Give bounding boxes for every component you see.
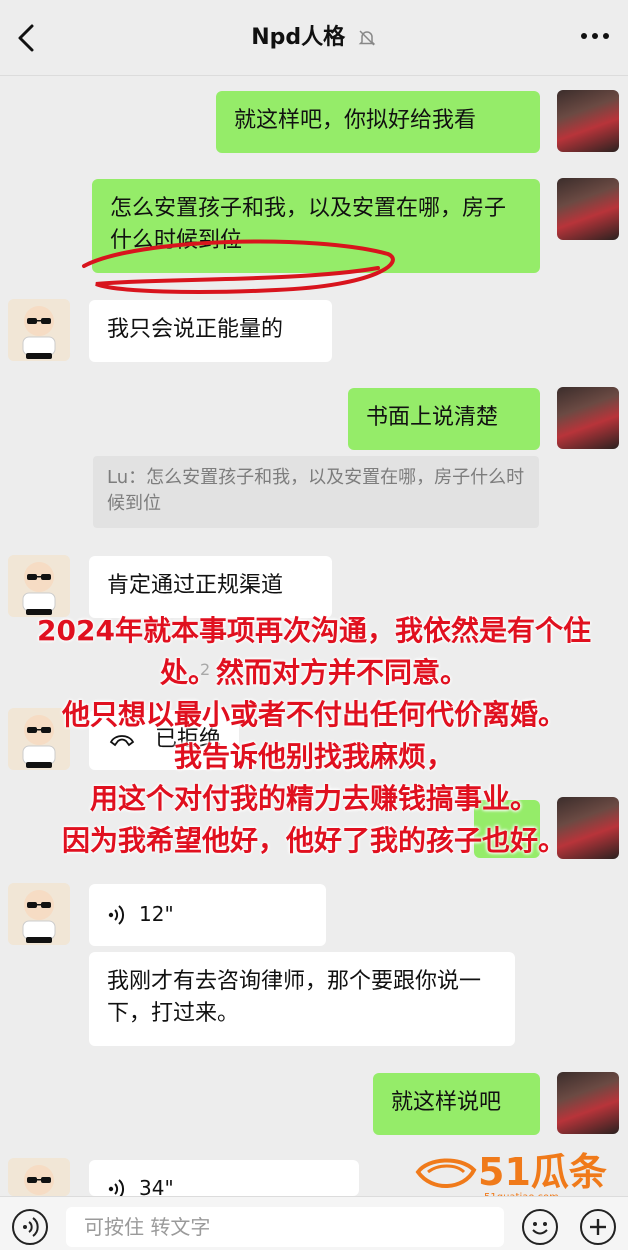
bald-man-icon xyxy=(8,299,70,361)
plus-icon[interactable] xyxy=(580,1209,616,1245)
message-bubble-self[interactable]: 就这样吧，你拟好给我看 xyxy=(216,91,540,153)
bald-man-icon xyxy=(8,1158,70,1196)
melon-logo-icon xyxy=(415,1158,477,1188)
chat-title: Npd人格 xyxy=(251,25,346,50)
input-placeholder: 可按住 转文字 xyxy=(84,1215,211,1239)
overlay-line: 2024年就本事项再次沟通，我依然是有个住 xyxy=(37,614,591,647)
voice-duration: 34" xyxy=(139,1176,174,1196)
overlay-line: 处。然而对方并不同意。 xyxy=(159,656,468,689)
bell-off-icon xyxy=(358,30,376,46)
bald-man-icon xyxy=(8,555,70,617)
voice-wave-icon xyxy=(108,905,125,925)
self-avatar[interactable] xyxy=(557,90,619,152)
ellipsis-icon[interactable] xyxy=(580,30,610,42)
input-bar: 可按住 转文字 xyxy=(0,1196,628,1250)
quoted-message[interactable]: Lu：怎么安置孩子和我，以及安置在哪，房子什么时候到位 xyxy=(93,456,539,528)
message-text: 肯定通过正规渠道 xyxy=(107,573,284,598)
message-bubble-self[interactable]: 就这样说吧 xyxy=(373,1073,540,1135)
message-text: 我只会说正能量的 xyxy=(107,317,284,342)
chat-header: Npd人格 xyxy=(0,0,628,76)
voice-wave-icon xyxy=(108,1179,125,1196)
message-text: 就这样吧，你拟好给我看 xyxy=(234,108,477,133)
contact-avatar[interactable] xyxy=(8,1158,70,1196)
self-avatar[interactable] xyxy=(557,1072,619,1134)
message-text: 就这样说吧 xyxy=(391,1090,502,1115)
message-input[interactable]: 可按住 转文字 xyxy=(66,1207,504,1247)
voice-duration: 12" xyxy=(139,902,174,926)
red-scribble-annotation xyxy=(82,239,395,294)
voice-message-bubble[interactable]: 34" xyxy=(89,1160,359,1196)
contact-avatar[interactable] xyxy=(8,555,70,617)
self-avatar[interactable] xyxy=(557,178,619,240)
overlay-line: 他只想以最小或者不付出任何代价离婚。 xyxy=(61,698,566,731)
overlay-annotation: 2024年就本事项再次沟通，我依然是有个住 处。然而对方并不同意。 他只想以最小… xyxy=(0,610,628,862)
contact-avatar[interactable] xyxy=(8,883,70,945)
emoji-icon[interactable] xyxy=(522,1209,558,1245)
contact-avatar[interactable] xyxy=(8,299,70,361)
voice-toggle-icon[interactable] xyxy=(12,1209,48,1245)
message-text: 我刚才有去咨询律师，那个要跟你说一下，打过来。 xyxy=(107,969,482,1026)
message-bubble-other[interactable]: 我刚才有去咨询律师，那个要跟你说一下，打过来。 xyxy=(89,952,515,1046)
bald-man-icon xyxy=(8,883,70,945)
voice-message-bubble[interactable]: 12" xyxy=(89,884,326,946)
watermark-text: 51瓜条 xyxy=(478,1150,607,1194)
self-avatar[interactable] xyxy=(557,387,619,449)
message-bubble-other[interactable]: 我只会说正能量的 xyxy=(89,300,332,362)
overlay-line: 我告诉他别找我麻烦， xyxy=(173,740,454,773)
message-bubble-self[interactable]: 书面上说清楚 xyxy=(348,388,540,450)
message-text: 书面上说清楚 xyxy=(366,405,499,430)
message-bubble-other[interactable]: 肯定通过正规渠道 xyxy=(89,556,332,618)
overlay-line: 因为我希望他好，他好了我的孩子也好。 xyxy=(61,824,566,857)
overlay-line: 用这个对付我的精力去赚钱搞事业。 xyxy=(89,782,538,815)
chat-title-wrap: Npd人格 xyxy=(0,22,628,54)
quote-text: Lu：怎么安置孩子和我，以及安置在哪，房子什么时候到位 xyxy=(107,467,525,514)
